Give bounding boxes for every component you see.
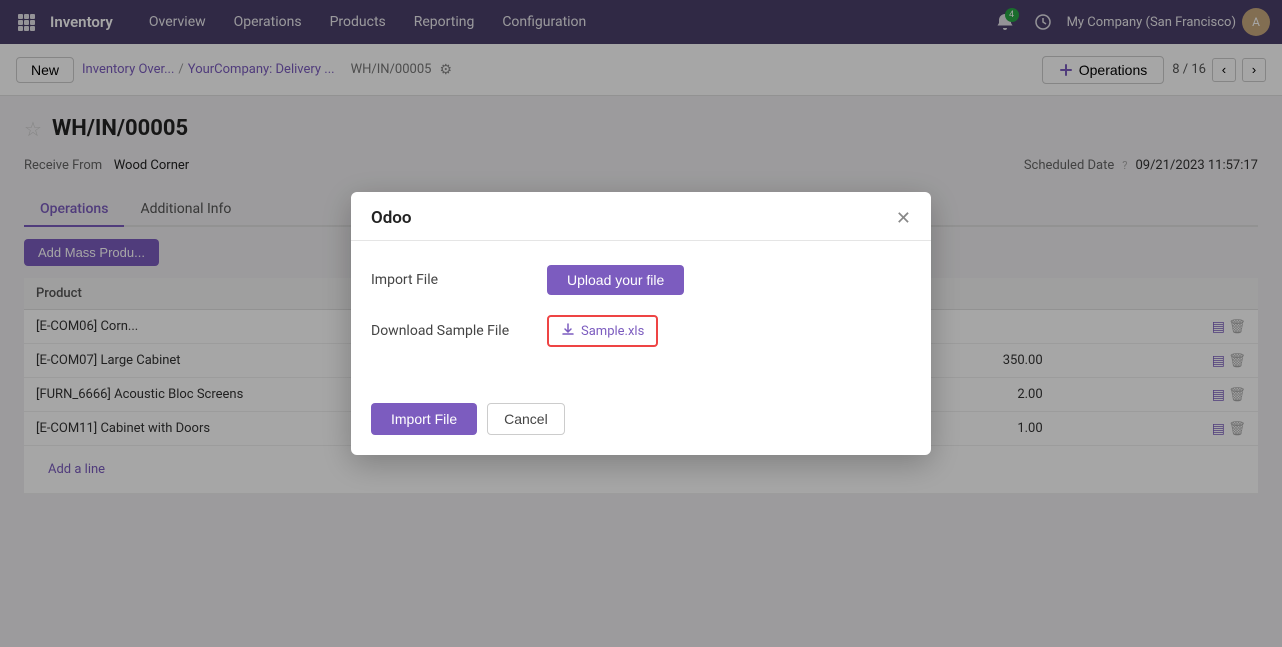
sample-file-link[interactable]: Sample.xls: [547, 315, 658, 347]
import-button[interactable]: Import File: [371, 403, 477, 435]
cancel-button[interactable]: Cancel: [487, 403, 565, 435]
upload-file-button[interactable]: Upload your file: [547, 265, 684, 295]
download-sample-row: Download Sample File Sample.xls: [371, 315, 911, 347]
modal-overlay: Odoo ✕ Import File Upload your file Down…: [0, 0, 1282, 647]
import-file-row: Import File Upload your file: [371, 265, 911, 295]
sample-file-name: Sample.xls: [581, 324, 644, 339]
modal-header: Odoo ✕: [351, 192, 931, 241]
modal-close-button[interactable]: ✕: [896, 209, 911, 227]
modal-body: Import File Upload your file Download Sa…: [351, 241, 931, 391]
import-dialog: Odoo ✕ Import File Upload your file Down…: [351, 192, 931, 455]
modal-footer: Import File Cancel: [351, 391, 931, 455]
download-sample-label: Download Sample File: [371, 323, 531, 339]
modal-title: Odoo: [371, 208, 412, 228]
import-file-label: Import File: [371, 272, 531, 288]
download-icon: [561, 322, 575, 340]
